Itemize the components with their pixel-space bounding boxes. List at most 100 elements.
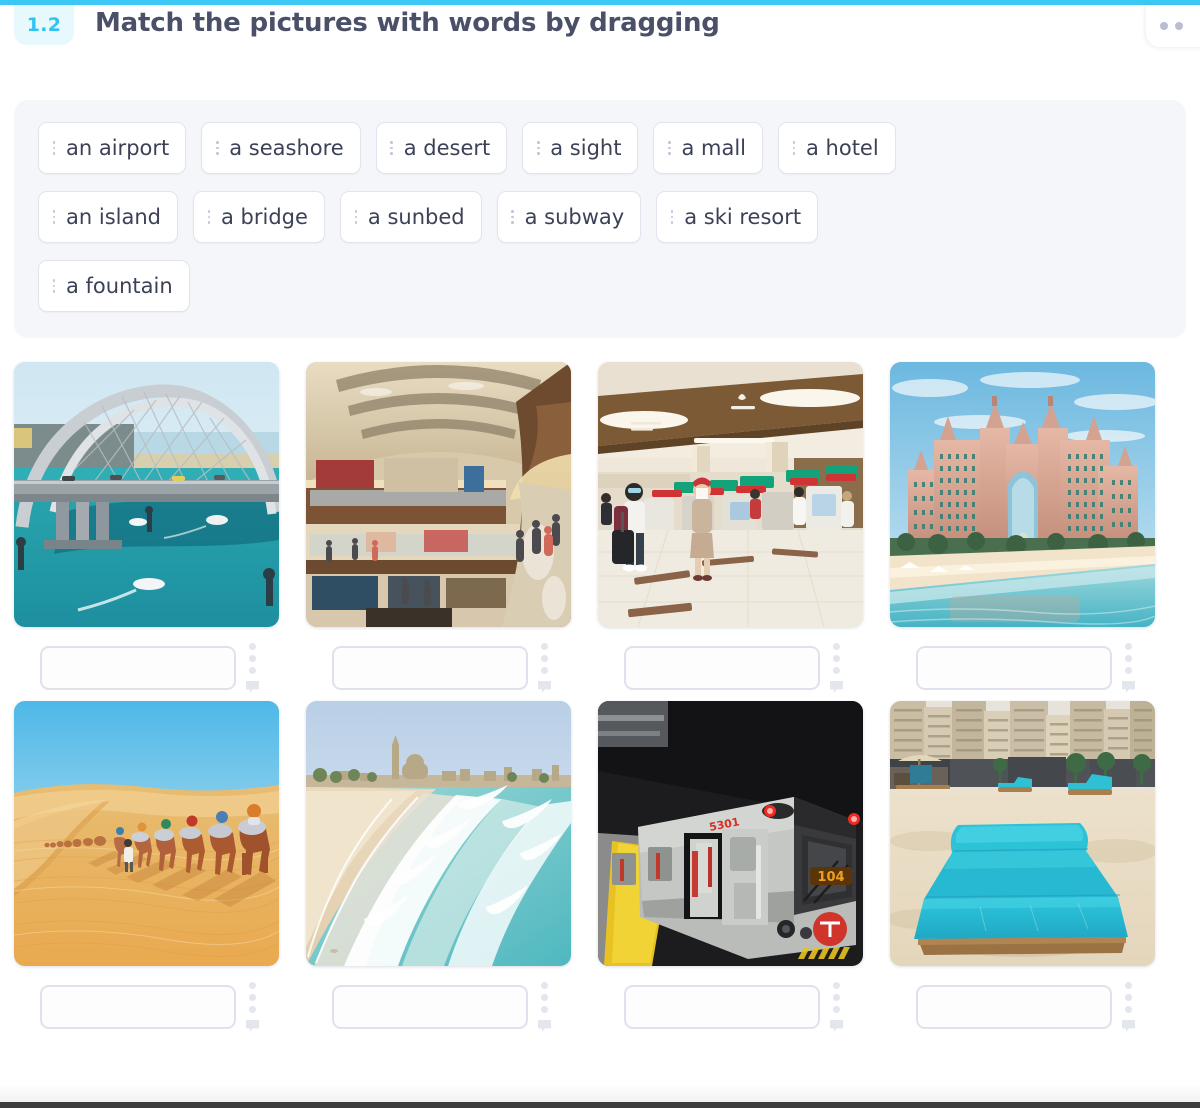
- dropzone-dot: [541, 655, 548, 662]
- drag-handle-icon[interactable]: [667, 206, 677, 228]
- task-number-badge: 1.2: [14, 5, 74, 45]
- bottom-fade: [0, 1084, 1200, 1102]
- dropzone-dot: [249, 655, 256, 662]
- drag-handle-icon[interactable]: [508, 206, 518, 228]
- answer-row: [14, 982, 279, 1032]
- word-chip-a-subway[interactable]: a subway: [496, 191, 642, 243]
- dropzone-dot: [541, 667, 548, 674]
- dropzone-marks: [1122, 982, 1135, 1032]
- dropzone-dot: [541, 643, 548, 650]
- more-options-button[interactable]: [1146, 5, 1200, 47]
- drag-handle-icon[interactable]: [49, 137, 59, 159]
- dropzone-dot: [249, 982, 256, 989]
- word-chip-row-1: an airport a seashore a desert a sight a…: [38, 122, 1162, 174]
- comment-flag-icon[interactable]: [1122, 1020, 1135, 1032]
- comment-flag-icon[interactable]: [1122, 681, 1135, 693]
- dropzone-dot: [1125, 1006, 1132, 1013]
- picture-grid: 104 5301: [0, 362, 1200, 1040]
- word-chip-a-mall[interactable]: a mall: [653, 122, 763, 174]
- word-bank-panel: an airport a seashore a desert a sight a…: [14, 100, 1186, 338]
- word-chip-a-sight[interactable]: a sight: [522, 122, 639, 174]
- comment-flag-icon[interactable]: [538, 681, 551, 693]
- word-chip-label: a subway: [524, 204, 625, 229]
- dropzone-mall[interactable]: [332, 646, 528, 690]
- dropzone-dot: [541, 982, 548, 989]
- drag-handle-icon[interactable]: [387, 137, 397, 159]
- word-chip-a-sunbed[interactable]: a sunbed: [339, 191, 482, 243]
- dropzone-sunbed[interactable]: [916, 985, 1112, 1029]
- ellipsis-icon-dot-1: [1159, 22, 1168, 30]
- mall-interior-photo: [306, 362, 571, 627]
- dropzone-seashore[interactable]: [332, 985, 528, 1029]
- picture-cell-hotel: [890, 362, 1155, 693]
- dropzone-dot: [1125, 643, 1132, 650]
- answer-row: [890, 643, 1155, 693]
- dropzone-dot: [1125, 982, 1132, 989]
- dropzone-marks: [830, 982, 843, 1032]
- dropzone-subway[interactable]: [624, 985, 820, 1029]
- dropzone-marks: [246, 643, 259, 693]
- drag-handle-icon[interactable]: [789, 137, 799, 159]
- seashore-waves-photo: [306, 701, 571, 966]
- dropzone-dot: [833, 643, 840, 650]
- answer-row: [890, 982, 1155, 1032]
- dropzone-dot: [833, 982, 840, 989]
- picture-cell-bridge: [14, 362, 279, 693]
- comment-flag-icon[interactable]: [830, 1020, 843, 1032]
- answer-row: [598, 643, 863, 693]
- word-chip-label: a ski resort: [684, 204, 802, 229]
- dropzone-dot: [1125, 667, 1132, 674]
- comment-flag-icon[interactable]: [246, 1020, 259, 1032]
- dropzone-dot: [1125, 655, 1132, 662]
- word-chip-a-hotel[interactable]: a hotel: [778, 122, 896, 174]
- word-chip-a-fountain[interactable]: a fountain: [38, 260, 190, 312]
- drag-handle-icon[interactable]: [212, 137, 222, 159]
- word-chip-label: a sunbed: [367, 204, 465, 229]
- drag-handle-icon[interactable]: [533, 137, 543, 159]
- dropzone-desert[interactable]: [40, 985, 236, 1029]
- picture-cell-airport: [598, 362, 863, 693]
- word-chip-label: a sight: [550, 135, 622, 160]
- bottom-scrollbar[interactable]: [0, 1102, 1200, 1108]
- ellipsis-icon-dot-2: [1174, 22, 1183, 30]
- exercise-header: 1.2 Match the pictures with words by dra…: [0, 5, 1200, 61]
- comment-flag-icon[interactable]: [830, 681, 843, 693]
- word-chip-an-airport[interactable]: an airport: [38, 122, 187, 174]
- word-chip-row-2: an island a bridge a sunbed a subway a s…: [38, 191, 1162, 243]
- word-chip-label: a desert: [403, 135, 491, 160]
- bridge-photo: [14, 362, 279, 627]
- comment-flag-icon[interactable]: [538, 1020, 551, 1032]
- airport-checkin-photo: [598, 362, 863, 627]
- picture-grid-row-2: 104 5301: [0, 701, 1200, 1032]
- hotel-atlantis-photo: [890, 362, 1155, 627]
- drag-handle-icon[interactable]: [204, 206, 214, 228]
- drag-handle-icon[interactable]: [49, 206, 59, 228]
- word-chip-label: a fountain: [66, 273, 173, 298]
- dropzone-dot: [833, 655, 840, 662]
- drag-handle-icon[interactable]: [351, 206, 361, 228]
- word-chip-a-ski-resort[interactable]: a ski resort: [656, 191, 819, 243]
- picture-cell-sunbed: [890, 701, 1155, 1032]
- word-chip-a-desert[interactable]: a desert: [375, 122, 508, 174]
- word-chip-a-bridge[interactable]: a bridge: [192, 191, 325, 243]
- dropzone-dot: [833, 994, 840, 1001]
- dropzone-bridge[interactable]: [40, 646, 236, 690]
- word-chip-label: a mall: [681, 135, 746, 160]
- dropzone-dot: [249, 643, 256, 650]
- word-chip-a-seashore[interactable]: a seashore: [201, 122, 361, 174]
- desert-camels-photo: [14, 701, 279, 966]
- dropzone-airport[interactable]: [624, 646, 820, 690]
- dropzone-hotel[interactable]: [916, 646, 1112, 690]
- page-title: Match the pictures with words by draggin…: [95, 8, 720, 38]
- word-chip-label: an island: [66, 204, 161, 229]
- word-chip-an-island[interactable]: an island: [38, 191, 178, 243]
- dropzone-dot: [833, 667, 840, 674]
- drag-handle-icon[interactable]: [49, 275, 59, 297]
- exercise-page: 1.2 Match the pictures with words by dra…: [0, 0, 1200, 1108]
- picture-cell-seashore: [306, 701, 571, 1032]
- drag-handle-icon[interactable]: [664, 137, 674, 159]
- dropzone-dot: [1125, 994, 1132, 1001]
- comment-flag-icon[interactable]: [246, 681, 259, 693]
- dropzone-dot: [249, 667, 256, 674]
- picture-cell-subway: 104 5301: [598, 701, 863, 1032]
